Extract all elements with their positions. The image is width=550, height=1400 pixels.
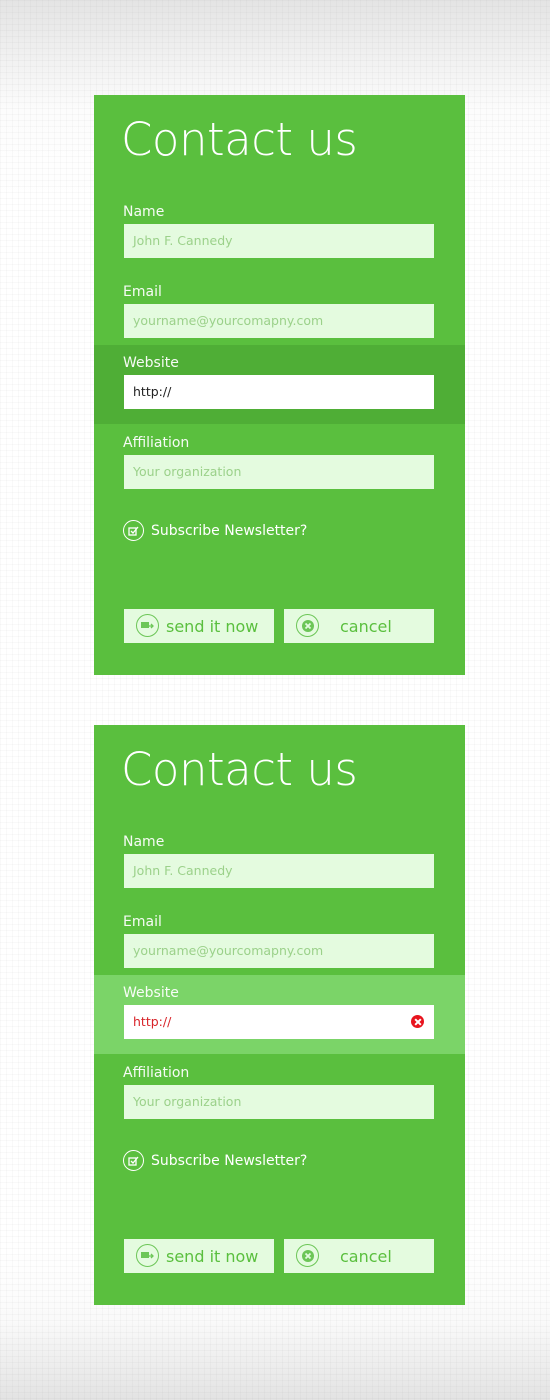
send-label: send it now — [166, 616, 259, 636]
form-title: Contact us — [121, 113, 358, 166]
cancel-button[interactable]: cancel — [284, 1239, 434, 1273]
cancel-x-icon — [296, 1244, 319, 1267]
website-field-row: Website http:// — [94, 345, 465, 424]
checkbox-icon — [123, 1150, 144, 1171]
email-label: Email — [123, 284, 162, 300]
name-label: Name — [123, 204, 165, 220]
contact-form-focused: Contact us Name John F. Cannedy Email yo… — [94, 95, 465, 675]
contact-form-error: Contact us Name John F. Cannedy Email yo… — [94, 725, 465, 1305]
subscribe-label: Subscribe Newsletter? — [151, 522, 308, 539]
send-button[interactable]: send it now — [124, 609, 274, 643]
affiliation-field-row: Affiliation Your organization — [94, 1065, 465, 1144]
name-field-row: Name John F. Cannedy — [94, 834, 465, 913]
affiliation-input[interactable]: Your organization — [124, 455, 434, 489]
subscribe-checkbox[interactable]: Subscribe Newsletter? — [123, 520, 307, 541]
send-label: send it now — [166, 1246, 259, 1266]
subscribe-checkbox[interactable]: Subscribe Newsletter? — [123, 1150, 307, 1171]
email-input[interactable]: yourname@yourcomapny.com — [124, 934, 434, 968]
send-button[interactable]: send it now — [124, 1239, 274, 1273]
affiliation-input[interactable]: Your organization — [124, 1085, 434, 1119]
website-input[interactable]: http:// — [124, 375, 434, 409]
affiliation-field-row: Affiliation Your organization — [94, 435, 465, 514]
website-label: Website — [123, 985, 179, 1001]
cancel-label: cancel — [340, 616, 392, 636]
send-mail-icon — [136, 614, 159, 637]
email-input[interactable]: yourname@yourcomapny.com — [124, 304, 434, 338]
name-label: Name — [123, 834, 165, 850]
email-label: Email — [123, 914, 162, 930]
name-input[interactable]: John F. Cannedy — [124, 224, 434, 258]
affiliation-label: Affiliation — [123, 1065, 190, 1081]
cancel-button[interactable]: cancel — [284, 609, 434, 643]
checkbox-icon — [123, 520, 144, 541]
affiliation-label: Affiliation — [123, 435, 190, 451]
form-title: Contact us — [121, 743, 358, 796]
website-value: http:// — [133, 1014, 172, 1029]
subscribe-label: Subscribe Newsletter? — [151, 1152, 308, 1169]
cancel-label: cancel — [340, 1246, 392, 1266]
error-x-icon[interactable] — [411, 1015, 424, 1028]
website-label: Website — [123, 355, 179, 371]
name-input[interactable]: John F. Cannedy — [124, 854, 434, 888]
website-input-error[interactable]: http:// — [124, 1005, 434, 1039]
cancel-x-icon — [296, 614, 319, 637]
name-field-row: Name John F. Cannedy — [94, 204, 465, 283]
send-mail-icon — [136, 1244, 159, 1267]
website-field-row: Website http:// — [94, 975, 465, 1054]
